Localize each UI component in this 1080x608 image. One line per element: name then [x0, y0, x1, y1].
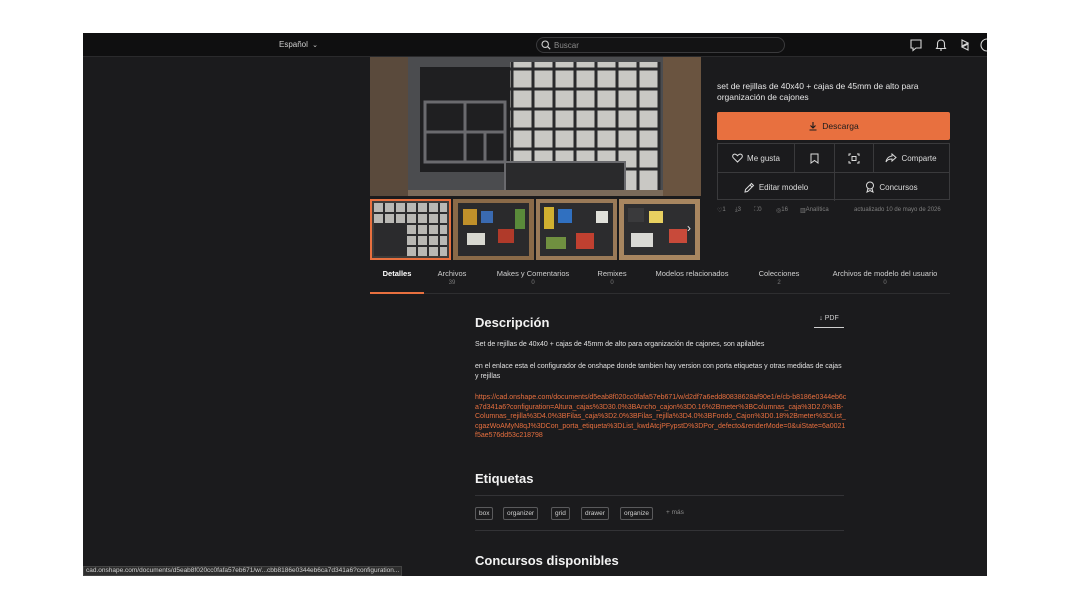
model-main-image[interactable]	[370, 57, 701, 196]
language-selector[interactable]: Español ⌄	[279, 40, 318, 49]
download-arrow-icon: ↓	[819, 315, 823, 322]
scan-frame-icon	[848, 153, 859, 163]
share-label: Comparte	[901, 153, 937, 163]
app-window: Español ⌄ Buscar › set de rejillas de 40…	[83, 33, 987, 576]
tabs-divider	[370, 293, 950, 294]
thumbnail-2[interactable]	[453, 199, 534, 260]
heart-icon	[732, 153, 743, 163]
description-paragraph-2: en el enlace esta el configurador de ons…	[475, 363, 842, 380]
tab-label: Remixes	[597, 269, 627, 278]
tag-organize[interactable]: organize	[620, 507, 653, 520]
divider	[475, 495, 844, 496]
pdf-export-button[interactable]: ↓ PDF	[814, 315, 844, 328]
analytics-link[interactable]: ▥ Analítica	[800, 207, 829, 214]
language-label: Español	[279, 40, 308, 49]
edit-model-label: Editar modelo	[758, 182, 809, 192]
pdf-label: PDF	[824, 315, 839, 322]
tab-remixes[interactable]: Remixes 0	[593, 269, 631, 286]
tab-count: 0	[531, 280, 535, 286]
printables-logo-icon[interactable]	[958, 38, 972, 52]
analytics-label: Analítica	[805, 207, 829, 213]
model-subtitle: set de rejillas de 40x40 + cajas de 45mm…	[717, 81, 919, 102]
thumbnail-image	[536, 199, 617, 260]
tags-heading: Etiquetas	[475, 471, 534, 486]
avatar-icon[interactable]	[980, 38, 987, 52]
search-box[interactable]	[536, 37, 785, 53]
tab-collections[interactable]: Colecciones 2	[751, 269, 807, 286]
description-paragraph-1: Set de rejillas de 40x40 + cajas de 45mm…	[475, 341, 765, 348]
downloads-value: 3	[737, 207, 741, 213]
more-tags-link[interactable]: + más	[666, 509, 684, 516]
like-button[interactable]: Me gusta	[718, 144, 794, 172]
onshape-configurator-link[interactable]: https://cad.onshape.com/documents/d5eab8…	[475, 393, 847, 441]
thumbnail-1[interactable]	[370, 199, 451, 260]
tab-label: Colecciones	[758, 269, 800, 278]
tab-label: Makes y Comentarios	[496, 269, 570, 278]
edit-pencil-icon	[744, 182, 755, 193]
divider	[475, 530, 844, 531]
updated-date: actualizado 10 de mayo de 2026	[854, 207, 941, 213]
tab-files[interactable]: Archivos 39	[428, 269, 476, 286]
tab-details[interactable]: Detalles	[370, 269, 424, 280]
tab-label: Modelos relacionados	[655, 269, 729, 278]
tab-user-model-files[interactable]: Archivos de modelo del usuario 0	[820, 269, 950, 286]
model-actions-panel: Me gusta Comparte Editar modelo Concurso…	[717, 143, 950, 201]
description-heading: Descripción	[475, 315, 550, 330]
top-navigation-bar: Español ⌄	[83, 33, 987, 57]
makes-value: 0	[758, 207, 762, 213]
tab-count: 0	[883, 280, 887, 286]
likes-count: ♡ 1	[717, 207, 726, 214]
makes-count: ⛶ 0	[754, 207, 762, 213]
model-stats: ♡ 1 ⤓ 3 ⛶ 0 ◎ 16 ▥ Analítica actualizado…	[717, 207, 957, 217]
chevron-right-icon[interactable]: ›	[687, 221, 691, 235]
like-label: Me gusta	[747, 153, 780, 163]
tag-box[interactable]: box	[475, 507, 494, 520]
contests-button[interactable]: Concursos	[834, 173, 949, 201]
tab-related-models[interactable]: Modelos relacionados	[646, 269, 738, 280]
bell-icon[interactable]	[934, 38, 948, 52]
tab-label: Archivos	[437, 269, 467, 278]
edit-model-button[interactable]: Editar modelo	[718, 173, 834, 201]
contests-label: Concursos	[879, 182, 918, 192]
download-arrow-icon	[809, 122, 817, 131]
award-badge-icon	[866, 181, 875, 193]
thumbnail-image	[453, 199, 534, 260]
share-button[interactable]: Comparte	[873, 144, 949, 172]
model-tabs: Detalles Archivos 39 Makes y Comentarios…	[370, 269, 950, 295]
views-value: 16	[781, 207, 788, 213]
tab-label: Archivos de modelo del usuario	[832, 269, 938, 278]
download-label: Descarga	[822, 121, 859, 131]
tag-organizer[interactable]: organizer	[503, 507, 539, 520]
thumbnail-image	[370, 199, 451, 260]
tab-makes-comments[interactable]: Makes y Comentarios 0	[489, 269, 577, 286]
tab-label: Detalles	[382, 269, 412, 278]
browser-status-url: cad.onshape.com/documents/d5eab8f020cc0f…	[83, 566, 403, 576]
contests-heading: Concursos disponibles	[475, 553, 619, 568]
tab-count: 39	[448, 280, 456, 286]
tag-grid[interactable]: grid	[551, 507, 570, 520]
thumbnail-3[interactable]	[536, 199, 617, 260]
chat-bubble-icon[interactable]	[909, 38, 923, 52]
search-icon	[541, 40, 551, 50]
views-count: ◎ 16	[776, 207, 788, 214]
bookmark-icon	[810, 153, 818, 164]
thumbnail-4[interactable]: ›	[619, 199, 700, 260]
downloads-count: ⤓ 3	[735, 207, 741, 213]
image-thumbnails: ›	[370, 199, 701, 260]
tag-drawer[interactable]: drawer	[581, 507, 609, 520]
tab-count: 0	[610, 280, 614, 286]
tab-count: 2	[777, 280, 781, 286]
chevron-down-icon: ⌄	[312, 42, 319, 49]
download-button[interactable]: Descarga	[717, 112, 950, 140]
search-input[interactable]	[554, 40, 754, 51]
active-tab-indicator	[370, 292, 424, 294]
bookmark-button[interactable]	[794, 144, 834, 172]
share-arrow-icon	[885, 153, 898, 163]
drawer-grid-photo	[370, 57, 701, 196]
scan-button[interactable]	[834, 144, 873, 172]
likes-value: 1	[722, 207, 726, 213]
